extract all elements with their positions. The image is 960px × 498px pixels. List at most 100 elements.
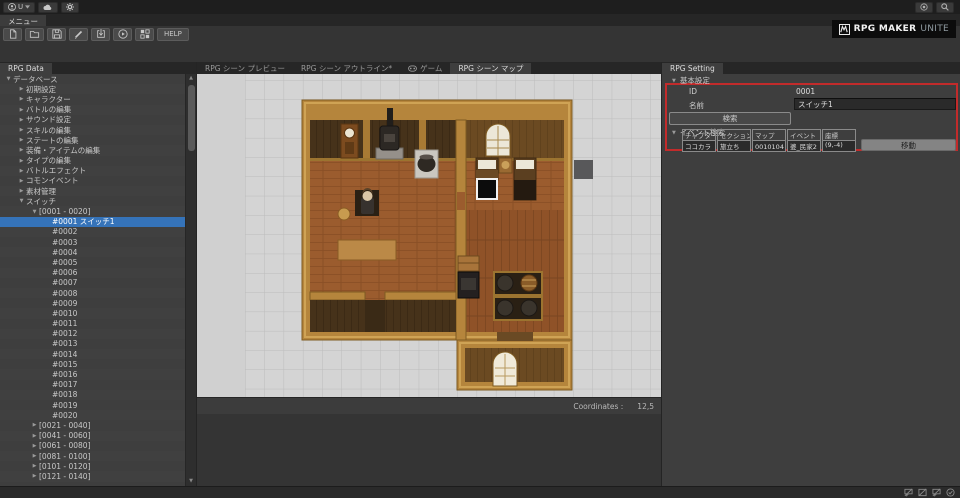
tree-item[interactable]: #0005	[0, 257, 196, 267]
console-mute-icon[interactable]	[918, 488, 927, 497]
event-table-value-cell[interactable]: 婆_民家2	[787, 140, 821, 152]
scroll-down-icon[interactable]: ▼	[186, 477, 196, 486]
tree-item[interactable]: ▶[0021 - 0040]	[0, 420, 196, 430]
tile-map-canvas[interactable]	[197, 74, 661, 397]
move-to-event-button[interactable]: 移動	[861, 139, 956, 151]
expand-icon[interactable]: ▶	[17, 147, 26, 153]
tree-item[interactable]: ▶タイプの編集	[0, 156, 196, 166]
tree-item[interactable]: ▶素材管理	[0, 186, 196, 196]
expand-icon[interactable]: ▶	[17, 107, 26, 113]
tree-item[interactable]: ▶キャラクター	[0, 94, 196, 104]
tree-item[interactable]: #0011	[0, 319, 196, 329]
save-button[interactable]	[47, 28, 66, 41]
cloud-button[interactable]	[38, 2, 58, 13]
settings-button[interactable]	[61, 2, 79, 13]
tree-scrollbar[interactable]: ▲ ▼	[185, 74, 196, 486]
tab-rpg-data[interactable]: RPG Data	[0, 63, 52, 74]
tree-item[interactable]: #0015	[0, 359, 196, 369]
tree-item[interactable]: ▶コモンイベント	[0, 176, 196, 186]
tree-item[interactable]: ▶初期設定	[0, 84, 196, 94]
tab-scene[interactable]: RPG シーン プレビュー	[197, 63, 293, 74]
basic-settings-fold[interactable]: ▼ 基本設定	[672, 75, 710, 86]
rpg-data-tree[interactable]: ▲ ▼ ▼データベース▶初期設定▶キャラクター▶バトルの編集▶サウンド設定▶スキ…	[0, 74, 196, 486]
expand-icon[interactable]: ▶	[30, 473, 39, 479]
account-button[interactable]: U	[3, 2, 35, 13]
tree-item[interactable]: ▶バトルの編集	[0, 105, 196, 115]
tab-scene[interactable]: RPG シーン アウトライン*	[293, 63, 400, 74]
collapse-icon[interactable]: ▼	[17, 198, 26, 204]
tree-item[interactable]: #0009	[0, 298, 196, 308]
tree-item[interactable]: ▶サウンド設定	[0, 115, 196, 125]
tree-item[interactable]: ▶装備・アイテムの編集	[0, 145, 196, 155]
tree-item[interactable]: ▶ステートの編集	[0, 135, 196, 145]
expand-icon[interactable]: ▶	[30, 422, 39, 428]
tree-item[interactable]: #0002	[0, 227, 196, 237]
play-button[interactable]	[113, 28, 132, 41]
collab-button[interactable]	[915, 2, 933, 13]
tree-item[interactable]: ▶スキルの編集	[0, 125, 196, 135]
scroll-thumb[interactable]	[188, 85, 195, 151]
tree-item[interactable]: #0003	[0, 237, 196, 247]
collapse-icon[interactable]: ▼	[30, 209, 39, 215]
tree-item[interactable]: ▶[0041 - 0060]	[0, 431, 196, 441]
tree-item[interactable]: ▶[0081 - 0100]	[0, 451, 196, 461]
event-table-value-cell[interactable]: 0010104ココ	[752, 140, 786, 152]
expand-icon[interactable]: ▶	[30, 443, 39, 449]
layout-button[interactable]	[135, 28, 154, 41]
expand-icon[interactable]: ▶	[17, 158, 26, 164]
import-button[interactable]	[91, 28, 110, 41]
tree-item[interactable]: ▶[0101 - 0120]	[0, 461, 196, 471]
console-mute-icon[interactable]	[932, 488, 941, 497]
map-scene-view[interactable]	[197, 74, 661, 397]
tree-item[interactable]: #0010	[0, 308, 196, 318]
tree-item[interactable]: ▶[0121 - 0140]	[0, 471, 196, 481]
help-button[interactable]: HELP	[157, 28, 189, 41]
collapse-icon[interactable]: ▼	[672, 78, 676, 84]
expand-icon[interactable]: ▶	[30, 433, 39, 439]
search-button[interactable]	[936, 2, 954, 13]
console-mute-icon[interactable]	[904, 488, 913, 497]
tree-item[interactable]: ▼[0001 - 0020]	[0, 206, 196, 216]
expand-icon[interactable]: ▶	[30, 463, 39, 469]
tree-item[interactable]: ▼スイッチ	[0, 196, 196, 206]
tree-item[interactable]: #0020	[0, 410, 196, 420]
tree-item[interactable]: #0018	[0, 390, 196, 400]
new-file-button[interactable]	[3, 28, 22, 41]
expand-icon[interactable]: ▶	[17, 96, 26, 102]
tree-item[interactable]: #0014	[0, 349, 196, 359]
tree-item[interactable]: #0013	[0, 339, 196, 349]
edit-button[interactable]	[69, 28, 88, 41]
tree-item[interactable]: ▼データベース	[0, 74, 196, 84]
expand-icon[interactable]: ▶	[30, 453, 39, 459]
expand-icon[interactable]: ▶	[17, 137, 26, 143]
collapse-icon[interactable]: ▼	[672, 130, 676, 136]
event-table-value-cell[interactable]: ココカラ	[682, 140, 716, 152]
tree-item[interactable]: #0016	[0, 369, 196, 379]
expand-icon[interactable]: ▶	[17, 168, 26, 174]
event-table-value-cell[interactable]: 旅立ち	[717, 140, 751, 152]
expand-icon[interactable]: ▶	[17, 117, 26, 123]
tree-item[interactable]: #0019	[0, 400, 196, 410]
open-project-button[interactable]	[25, 28, 44, 41]
event-table-value-cell[interactable]: (9,-4)	[822, 140, 856, 152]
tree-item[interactable]: #0012	[0, 329, 196, 339]
tree-item[interactable]: #0008	[0, 288, 196, 298]
tree-item[interactable]: ▶[0061 - 0080]	[0, 441, 196, 451]
collapse-icon[interactable]: ▼	[4, 76, 13, 82]
search-events-button[interactable]: 検索	[669, 112, 791, 125]
expand-icon[interactable]: ▶	[17, 188, 26, 194]
tab-scene-map-active[interactable]: RPG シーン マップ	[450, 63, 531, 74]
tree-item[interactable]: #0017	[0, 380, 196, 390]
tree-item[interactable]: #0006	[0, 268, 196, 278]
status-ok-icon[interactable]	[946, 488, 955, 497]
selected-event-tile[interactable]	[477, 179, 497, 199]
tree-item[interactable]: ▶バトルエフェクト	[0, 166, 196, 176]
tree-item[interactable]: #0001 スイッチ1	[0, 217, 196, 227]
tab-rpg-setting[interactable]: RPG Setting	[662, 63, 723, 74]
tab-scene[interactable]: ゲーム	[400, 63, 450, 74]
tab-menu[interactable]: メニュー	[0, 15, 46, 26]
name-input[interactable]	[794, 98, 956, 110]
expand-icon[interactable]: ▶	[17, 127, 26, 133]
scroll-up-icon[interactable]: ▲	[186, 74, 196, 83]
expand-icon[interactable]: ▶	[17, 86, 26, 92]
